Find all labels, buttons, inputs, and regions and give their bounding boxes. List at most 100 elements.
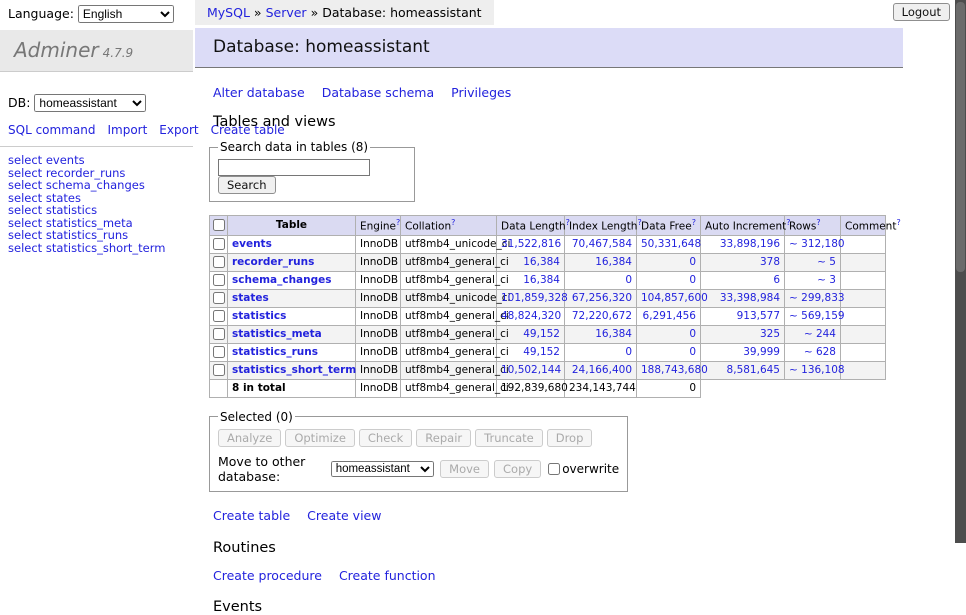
help-icon[interactable]: ?	[692, 218, 696, 227]
row-checkbox[interactable]	[213, 346, 225, 358]
data-length-link[interactable]: 49,152	[523, 346, 560, 358]
search-input[interactable]	[218, 159, 370, 176]
database-action-link[interactable]: Alter database	[213, 85, 305, 100]
help-icon[interactable]: ?	[451, 218, 455, 227]
index-length-link[interactable]: 70,467,584	[572, 238, 632, 250]
rows-count-link[interactable]: ~ 5	[817, 256, 836, 268]
row-checkbox[interactable]	[213, 292, 225, 304]
move-database-select[interactable]: homeassistant	[331, 461, 434, 477]
data-free-link[interactable]: 104,857,600	[641, 292, 708, 304]
rows-count-link[interactable]: ~ 569,159	[789, 310, 845, 322]
database-action-link[interactable]: Privileges	[451, 85, 511, 100]
breadcrumb-link-server[interactable]: Server	[266, 5, 307, 20]
auto-increment-link[interactable]: 39,999	[743, 346, 780, 358]
data-length-link[interactable]: 31,522,816	[501, 238, 561, 250]
help-icon[interactable]: ?	[396, 218, 400, 227]
help-icon[interactable]: ?	[816, 218, 820, 227]
scrollbar[interactable]	[955, 0, 966, 543]
table-name-link[interactable]: statistics_runs	[232, 346, 318, 358]
sidebar-link[interactable]: Import	[107, 123, 147, 137]
table-select-link[interactable]: select events	[8, 154, 193, 167]
selected-action-button[interactable]: Repair	[416, 429, 471, 447]
db-select[interactable]: homeassistant	[34, 94, 146, 112]
auto-increment-link[interactable]: 913,577	[737, 310, 780, 322]
create-link[interactable]: Create table	[213, 508, 290, 523]
auto-increment-link[interactable]: 325	[760, 328, 780, 340]
create-link[interactable]: Create view	[307, 508, 381, 523]
copy-button[interactable]: Copy	[494, 460, 541, 478]
data-free-link[interactable]: 6,291,456	[643, 310, 696, 322]
row-checkbox-cell	[210, 307, 228, 325]
language-select[interactable]: English	[78, 5, 174, 23]
index-length-link[interactable]: 67,256,320	[572, 292, 632, 304]
help-icon[interactable]: ?	[896, 218, 900, 227]
data-free-link[interactable]: 50,331,648	[641, 238, 701, 250]
row-checkbox[interactable]	[213, 256, 225, 268]
rows-count-link[interactable]: ~ 312,180	[789, 238, 845, 250]
table-name-link[interactable]: events	[232, 238, 272, 250]
index-length-link[interactable]: 0	[625, 274, 632, 286]
data-length-link[interactable]: 48,824,320	[501, 310, 561, 322]
logout-button[interactable]: Logout	[893, 3, 950, 21]
table-name-link[interactable]: recorder_runs	[232, 256, 314, 268]
rows-count-link[interactable]: ~ 3	[817, 274, 836, 286]
auto-increment-link[interactable]: 6	[773, 274, 780, 286]
data-free-link[interactable]: 0	[689, 256, 696, 268]
table-name-link[interactable]: statistics_short_term	[232, 364, 356, 376]
sidebar-link[interactable]: Export	[159, 123, 198, 137]
overwrite-checkbox[interactable]	[548, 463, 560, 475]
index-length-link[interactable]: 16,384	[595, 256, 632, 268]
index-length-link[interactable]: 0	[625, 346, 632, 358]
table-name-link[interactable]: states	[232, 292, 269, 304]
table-name-link[interactable]: statistics	[232, 310, 286, 322]
table-name-link[interactable]: schema_changes	[232, 274, 332, 286]
rows-count-link[interactable]: ~ 628	[804, 346, 836, 358]
select-all-checkbox[interactable]	[213, 219, 225, 231]
rows-count-link[interactable]: ~ 136,108	[789, 364, 845, 376]
database-action-link[interactable]: Database schema	[322, 85, 434, 100]
selected-action-button[interactable]: Analyze	[218, 429, 281, 447]
routine-link[interactable]: Create procedure	[213, 568, 322, 583]
auto-increment-link[interactable]: 33,898,196	[720, 238, 780, 250]
auto-increment-link[interactable]: 378	[760, 256, 780, 268]
data-free-link[interactable]: 188,743,680	[641, 364, 708, 376]
rows-count-link[interactable]: ~ 244	[804, 328, 836, 340]
data-length-link[interactable]: 16,384	[523, 274, 560, 286]
rows-count-link[interactable]: ~ 299,833	[789, 292, 845, 304]
selected-action-button[interactable]: Optimize	[285, 429, 355, 447]
database-actions: Alter database Database schema Privileges	[213, 85, 903, 100]
table-row: recorder_runs InnoDB utf8mb4_general_ci …	[210, 253, 886, 271]
scrollbar-thumb[interactable]	[956, 2, 965, 272]
table-select-link[interactable]: select statistics_short_term	[8, 242, 193, 255]
index-length-link[interactable]: 72,220,672	[572, 310, 632, 322]
data-length-link[interactable]: 10,502,144	[501, 364, 561, 376]
table-select-link[interactable]: select statistics	[8, 204, 193, 217]
row-checkbox[interactable]	[213, 364, 225, 376]
row-checkbox[interactable]	[213, 238, 225, 250]
auto-increment-link[interactable]: 8,581,645	[727, 364, 780, 376]
auto-increment-link[interactable]: 33,398,984	[720, 292, 780, 304]
sidebar-link[interactable]: SQL command	[8, 123, 95, 137]
data-free-link[interactable]: 0	[689, 346, 696, 358]
data-length-link[interactable]: 101,859,328	[501, 292, 568, 304]
collation-cell: utf8mb4_general_ci	[401, 325, 497, 343]
move-button[interactable]: Move	[440, 460, 489, 478]
index-length-link[interactable]: 16,384	[595, 328, 632, 340]
selected-action-button[interactable]: Drop	[547, 429, 593, 447]
index-length-link[interactable]: 24,166,400	[572, 364, 632, 376]
breadcrumb-link-mysql[interactable]: MySQL	[207, 5, 250, 20]
row-checkbox[interactable]	[213, 274, 225, 286]
data-free-link[interactable]: 0	[689, 328, 696, 340]
data-length-link[interactable]: 49,152	[523, 328, 560, 340]
selected-action-button[interactable]: Check	[359, 429, 412, 447]
routine-link[interactable]: Create function	[339, 568, 436, 583]
table-select-link[interactable]: select schema_changes	[8, 179, 193, 192]
data-free-link[interactable]: 0	[689, 274, 696, 286]
table-name-link[interactable]: statistics_meta	[232, 328, 322, 340]
row-checkbox[interactable]	[213, 310, 225, 322]
selected-action-button[interactable]: Truncate	[475, 429, 543, 447]
table-select-link[interactable]: select statistics_runs	[8, 229, 193, 242]
row-checkbox[interactable]	[213, 328, 225, 340]
search-button[interactable]: Search	[218, 176, 276, 194]
data-length-link[interactable]: 16,384	[523, 256, 560, 268]
